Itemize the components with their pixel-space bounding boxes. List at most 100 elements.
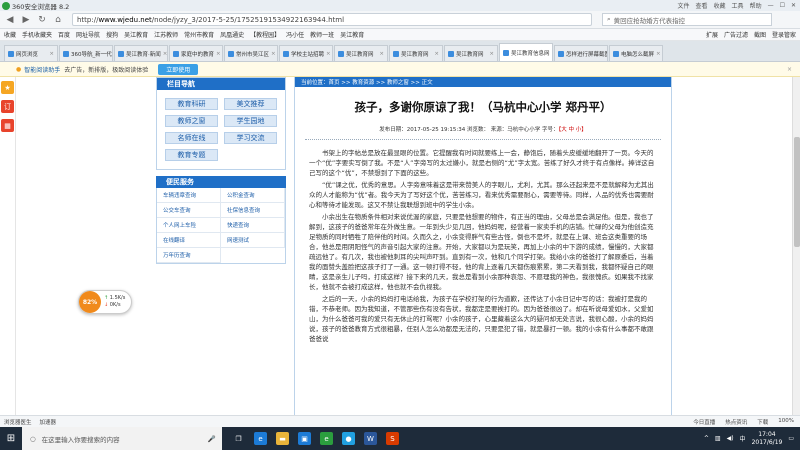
favorite-link[interactable]: 手机收藏夹 [22,30,52,39]
tab-close-icon[interactable]: × [271,51,276,57]
close-icon[interactable]: ✕ [791,2,796,9]
favorites-tool[interactable]: 登录管家 [772,30,796,39]
nav-link[interactable]: 教育科研 [165,98,218,110]
qq-icon[interactable]: ● [342,432,355,445]
ime-indicator[interactable]: 中 [740,434,746,443]
service-link[interactable]: 个人网上车险 [157,218,221,233]
tab-close-icon[interactable]: × [489,51,494,57]
windows-start-icon[interactable]: ⊞ [0,427,22,450]
task-view-icon[interactable]: ❐ [232,432,245,445]
nav-link[interactable]: 学生园地 [224,115,277,127]
minimize-icon[interactable]: — [768,2,774,9]
browser-tab[interactable]: 怎样进行屏幕截图 × [554,45,608,61]
service-link[interactable]: 车辆违章查询 [157,188,221,203]
use-now-button[interactable]: 立即使用 [158,63,199,75]
menu-help[interactable]: 帮助 [750,1,762,10]
tab-close-icon[interactable]: × [326,51,331,57]
home-icon[interactable]: ⌂ [52,14,64,26]
nav-link[interactable]: 名师在线 [165,132,218,144]
favorite-link[interactable]: 冯小任 [286,30,304,39]
app-icon[interactable]: S [386,432,399,445]
taskbar-search-input[interactable]: ○ 在这里输入你要搜索的内容 🎤 [22,427,222,450]
refresh-icon[interactable]: ↻ [36,14,48,26]
status-item[interactable]: 今日直播 [693,418,715,426]
status-item[interactable]: 加速器 [40,418,57,426]
word-icon[interactable]: W [364,432,377,445]
back-icon[interactable]: ◀ [4,14,16,26]
favorite-link[interactable]: 网址导航 [76,30,100,39]
status-item[interactable]: 100% [778,418,794,426]
favorites-tool[interactable]: 截图 [754,30,766,39]
favorite-link[interactable]: 江苏教师 [154,30,178,39]
news-icon[interactable]: 订 [1,100,14,113]
service-link[interactable]: 公交车查询 [157,203,221,218]
nav-link[interactable]: 学习交流 [224,132,277,144]
volume-icon[interactable]: ◀) [727,435,734,442]
favorite-link[interactable]: 教师一班 [310,30,334,39]
favorite-link[interactable]: 搜狗 [106,30,118,39]
service-link[interactable]: 社保信息查询 [221,203,285,218]
tab-close-icon[interactable]: × [552,50,553,56]
tab-close-icon[interactable]: × [216,51,221,57]
maximize-icon[interactable]: ☐ [780,2,785,9]
favorite-link[interactable]: 【教程园】 [250,30,280,39]
microphone-icon[interactable]: 🎤 [208,435,216,443]
edge-icon[interactable]: e [254,432,267,445]
notice-close-icon[interactable]: × [787,66,792,73]
search-input[interactable]: ⌕ 黄回应抢劫婚方代表指控 [602,13,772,26]
menu-tools[interactable]: 工具 [732,1,744,10]
favorites-tool[interactable]: 广告过滤 [724,30,748,39]
tab-close-icon[interactable]: × [379,51,384,57]
favorite-link[interactable]: 吴江教育 [124,30,148,39]
folder-icon[interactable]: ▬ [276,432,289,445]
browser-360-icon[interactable]: e [320,432,333,445]
browser-tab[interactable]: 吴江教育信息网× [499,43,553,61]
browser-tab[interactable]: 常州市吴江区 × [224,45,278,61]
browser-tab[interactable]: 吴江教育网 × [389,45,443,61]
browser-tab[interactable]: 家庭中的教育 × [169,45,223,61]
browser-tab[interactable]: 吴江教育网 × [444,45,498,61]
browser-tab[interactable]: 吴江教育·新闻 × [114,45,168,61]
browser-tab[interactable]: 电脑怎么截屏 × [609,45,663,61]
browser-tab[interactable]: 吴江教育网 × [334,45,388,61]
page-scrollbar[interactable] [792,77,800,427]
network-speed-widget[interactable]: 82% ↑ 1.5K/s ↓ 0K/s [78,290,132,314]
font-size-switch[interactable]: 【大 中 小】 [558,127,586,133]
grid-icon[interactable]: ▦ [1,119,14,132]
favorite-link[interactable]: 百度 [58,30,70,39]
status-item[interactable]: 浏览器医生 [4,418,32,426]
favorite-link[interactable]: 吴江教育 [340,30,364,39]
status-item[interactable]: 下载 [757,418,768,426]
favorite-link[interactable]: 凤凰通史 [220,30,244,39]
store-icon[interactable]: ▣ [298,432,311,445]
service-link[interactable]: 网速测试 [221,233,285,248]
menu-favorites[interactable]: 收藏 [714,1,726,10]
nav-link[interactable]: 美文推荐 [224,98,277,110]
browser-tab[interactable]: 网页浏览 × [4,45,58,61]
star-icon[interactable]: ★ [1,81,14,94]
scrollbar-thumb[interactable] [794,137,800,247]
browser-tab[interactable]: 学校主站招聘 × [279,45,333,61]
clock[interactable]: 17:04 2017/6/19 [752,431,783,447]
tab-close-icon[interactable]: × [434,51,439,57]
favorite-link[interactable]: 常州市教育 [184,30,214,39]
favorites-tool[interactable]: 扩展 [706,30,718,39]
address-bar[interactable]: http://www.wjedu.net/node/jyzy_3/2017-5-… [72,13,592,26]
forward-icon[interactable]: ▶ [20,14,32,26]
network-icon[interactable]: ▥ [715,435,721,442]
tab-close-icon[interactable]: × [49,51,54,57]
service-link[interactable]: 万年历查询 [157,248,221,263]
nav-link[interactable]: 教师之窗 [165,115,218,127]
tab-close-icon[interactable]: × [163,51,167,57]
menu-view[interactable]: 查看 [696,1,708,10]
service-link[interactable]: 在线翻译 [157,233,221,248]
status-item[interactable]: 热点资讯 [725,418,747,426]
service-link[interactable]: 快递查询 [221,218,285,233]
tray-arrow-icon[interactable]: ^ [704,435,709,442]
favorite-link[interactable]: 收藏 [4,30,16,39]
service-link[interactable]: 公积金查询 [221,188,285,203]
nav-link[interactable]: 教育专题 [165,149,218,161]
browser-tab[interactable]: 360导航_新一代× [59,45,113,61]
menu-file[interactable]: 文件 [678,1,690,10]
notification-icon[interactable]: ▭ [788,435,794,442]
